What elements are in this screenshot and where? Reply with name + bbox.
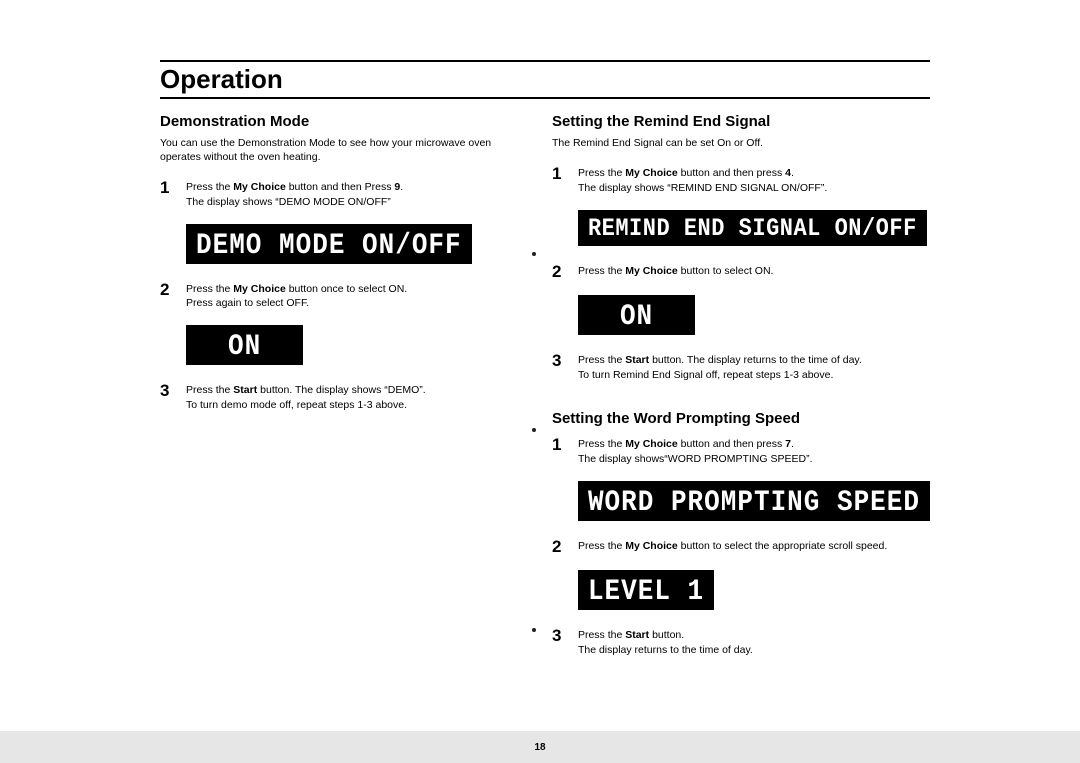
display-word-prompt: WORD PROMPTING SPEED	[578, 481, 930, 521]
right2-step-1: 1 Press the My Choice button and then pr…	[552, 435, 930, 466]
step-text: Press the Start button. The display show…	[186, 381, 426, 412]
step-text: Press the My Choice button once to selec…	[186, 280, 407, 311]
two-columns: Demonstration Mode You can use the Demon…	[160, 113, 930, 666]
rule-top	[160, 60, 930, 62]
right-column: Setting the Remind End Signal The Remind…	[552, 113, 930, 666]
right2-step-3: 3 Press the Start button. The display re…	[552, 626, 930, 657]
step-number: 3	[160, 381, 186, 401]
right2-step-2: 2 Press the My Choice button to select t…	[552, 537, 930, 557]
left-step-2: 2 Press the My Choice button once to sel…	[160, 280, 526, 311]
display-on-2: ON	[578, 295, 695, 335]
step-number: 2	[160, 280, 186, 300]
right1-step-2: 2 Press the My Choice button to select O…	[552, 262, 930, 282]
step-text: Press the My Choice button to select ON.	[578, 262, 774, 279]
lcd-text: WORD PROMPTING SPEED	[588, 487, 920, 517]
display-on: ON	[186, 325, 303, 365]
left-step-3: 3 Press the Start button. The display sh…	[160, 381, 526, 412]
hole-punch-icon	[532, 252, 536, 256]
step-text: Press the My Choice button to select the…	[578, 537, 887, 554]
manual-page: Operation Demonstration Mode You can use…	[0, 0, 1080, 763]
lcd-text: DEMO MODE ON/OFF	[196, 230, 462, 260]
hole-punch-icon	[532, 628, 536, 632]
step-number: 3	[552, 351, 578, 371]
rule-bottom	[160, 97, 930, 99]
right-subhead-1: Setting the Remind End Signal	[552, 113, 930, 130]
step-number: 2	[552, 537, 578, 557]
right1-step-3: 3 Press the Start button. The display re…	[552, 351, 930, 382]
left-column: Demonstration Mode You can use the Demon…	[160, 113, 526, 666]
lcd-text: REMIND END SIGNAL ON/OFF	[588, 216, 917, 241]
page-title: Operation	[160, 64, 930, 95]
lcd-text: ON	[228, 331, 261, 361]
hole-punch-icon	[532, 428, 536, 432]
step-number: 1	[552, 435, 578, 455]
lcd-text: ON	[620, 301, 653, 331]
display-level: LEVEL 1	[578, 570, 714, 610]
step-number: 1	[552, 164, 578, 184]
step-number: 3	[552, 626, 578, 646]
display-demo-mode: DEMO MODE ON/OFF	[186, 224, 472, 264]
lcd-text: LEVEL 1	[588, 576, 704, 606]
left-step-1: 1 Press the My Choice button and then Pr…	[160, 178, 526, 209]
right-subhead-2: Setting the Word Prompting Speed	[552, 410, 930, 427]
right-intro-1: The Remind End Signal can be set On or O…	[552, 136, 930, 150]
step-text: Press the Start button. The display retu…	[578, 351, 862, 382]
page-number: 18	[0, 742, 1080, 753]
step-number: 1	[160, 178, 186, 198]
step-text: Press the My Choice button and then pres…	[578, 435, 813, 466]
step-number: 2	[552, 262, 578, 282]
left-subhead: Demonstration Mode	[160, 113, 526, 130]
step-text: Press the Start button. The display retu…	[578, 626, 753, 657]
display-remind-end: REMIND END SIGNAL ON/OFF	[578, 210, 927, 246]
right1-step-1: 1 Press the My Choice button and then pr…	[552, 164, 930, 195]
step-text: Press the My Choice button and then Pres…	[186, 178, 403, 209]
step-text: Press the My Choice button and then pres…	[578, 164, 827, 195]
left-intro: You can use the Demonstration Mode to se…	[160, 136, 526, 164]
